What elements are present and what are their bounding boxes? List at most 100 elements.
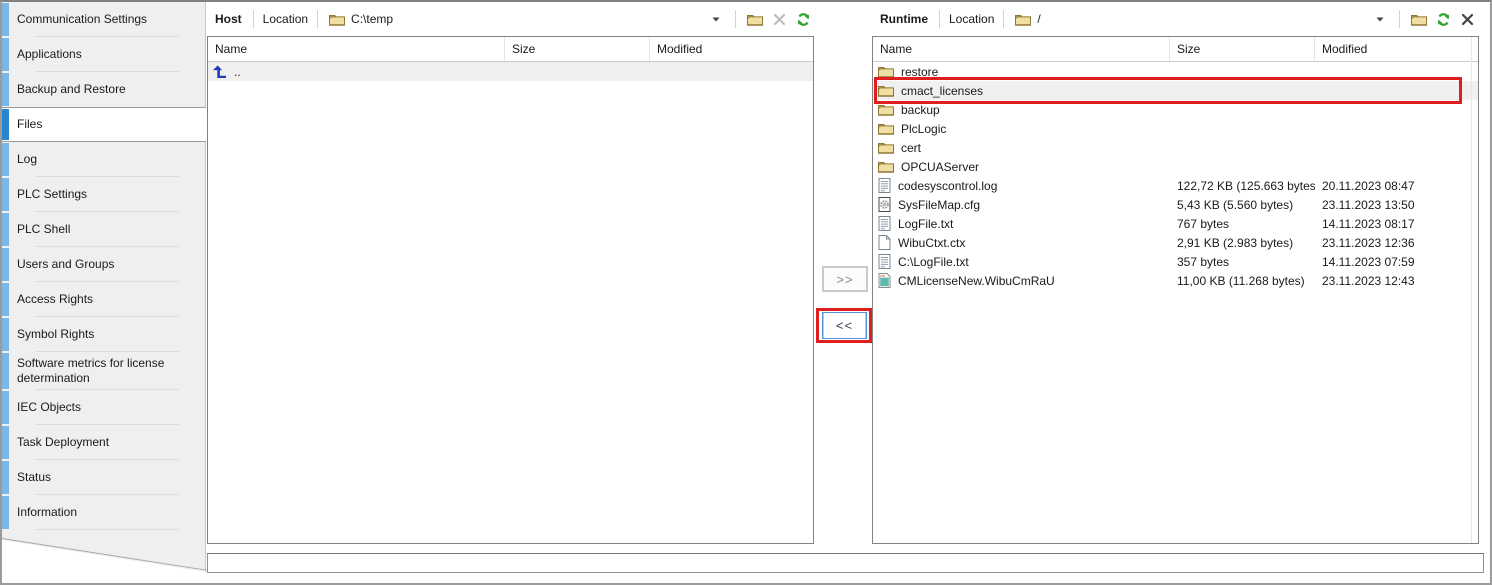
host-path-dropdown-button[interactable] bbox=[708, 15, 724, 24]
file-row-cmact-licenses[interactable]: cmact_licenses bbox=[873, 81, 1478, 100]
column-header-name[interactable]: Name bbox=[873, 37, 1170, 61]
host-delete-button[interactable] bbox=[767, 8, 791, 30]
file-row-restore[interactable]: restore bbox=[873, 62, 1478, 81]
runtime-path-dropdown-button[interactable] bbox=[1372, 15, 1388, 24]
file-row-codesyscontrol-log[interactable]: codesyscontrol.log 122,72 KB (125.663 byt… bbox=[873, 176, 1478, 195]
sidebar: Communication SettingsApplicationsBackup… bbox=[2, 2, 206, 578]
file-row-backup[interactable]: backup bbox=[873, 100, 1478, 119]
column-header-name[interactable]: Name bbox=[208, 37, 505, 61]
sidebar-item-log[interactable]: Log bbox=[2, 142, 205, 177]
runtime-path-combo[interactable]: / bbox=[1011, 8, 1392, 30]
file-name-text: .. bbox=[234, 65, 241, 79]
sidebar-item-label: IEC Objects bbox=[17, 400, 81, 415]
sidebar-item-information[interactable]: Information bbox=[2, 495, 205, 530]
runtime-new-folder-button[interactable] bbox=[1407, 8, 1431, 30]
sidebar-item-label: Task Deployment bbox=[17, 435, 109, 450]
copy-to-runtime-button[interactable]: >> bbox=[822, 266, 868, 292]
runtime-delete-button[interactable] bbox=[1455, 8, 1479, 30]
file-name-text: backup bbox=[901, 103, 940, 117]
file-row-wibuctxt-ctx[interactable]: WibuCtxt.ctx2,91 KB (2.983 bytes)23.11.2… bbox=[873, 233, 1478, 252]
column-header-modified[interactable]: Modified bbox=[650, 37, 813, 61]
tab-accent-stripe bbox=[2, 391, 9, 424]
runtime-tab-label[interactable]: Runtime bbox=[872, 12, 932, 26]
sidebar-item-iec-objects[interactable]: IEC Objects bbox=[2, 390, 205, 425]
svg-text:cm: cm bbox=[880, 274, 885, 278]
file-size-cell: 11,00 KB (11.268 bytes) bbox=[1170, 274, 1315, 288]
sidebar-item-label: Log bbox=[17, 152, 37, 167]
file-name-cell: .. bbox=[208, 65, 505, 79]
sidebar-item-users-and-groups[interactable]: Users and Groups bbox=[2, 247, 205, 282]
file-name-cell: WibuCtxt.ctx bbox=[873, 235, 1170, 250]
runtime-list-body: restore cmact_licensesbackup PlcLogic cert O… bbox=[873, 62, 1478, 290]
folder-icon bbox=[878, 84, 894, 97]
file-name-cell: C:\LogFile.txt bbox=[873, 254, 1170, 269]
file-name-text: codesyscontrol.log bbox=[898, 179, 997, 193]
host-tab-label[interactable]: Host bbox=[207, 12, 246, 26]
chevron-down-icon bbox=[712, 17, 720, 22]
file-name-cell: PlcLogic bbox=[873, 122, 1170, 136]
sidebar-item-task-deployment[interactable]: Task Deployment bbox=[2, 425, 205, 460]
file-name-cell: cert bbox=[873, 141, 1170, 155]
sidebar-item-label: Access Rights bbox=[17, 292, 93, 307]
file-row-[interactable]: .. bbox=[208, 62, 813, 81]
sidebar-item-plc-shell[interactable]: PLC Shell bbox=[2, 212, 205, 247]
sidebar-item-label: Symbol Rights bbox=[17, 327, 94, 342]
blank-file-icon bbox=[878, 235, 891, 250]
host-list-header: Name Size Modified bbox=[208, 37, 813, 62]
runtime-refresh-button[interactable] bbox=[1431, 8, 1455, 30]
host-new-folder-button[interactable] bbox=[743, 8, 767, 30]
folder-icon bbox=[878, 122, 894, 135]
file-size-cell: 5,43 KB (5.560 bytes) bbox=[1170, 198, 1315, 212]
tab-accent-stripe bbox=[2, 38, 9, 71]
host-file-list: Name Size Modified .. bbox=[207, 36, 814, 544]
file-row-logfile-txt[interactable]: LogFile.txt767 bytes14.11.2023 08:17 bbox=[873, 214, 1478, 233]
file-row-opcuaserver[interactable]: OPCUAServer bbox=[873, 157, 1478, 176]
file-modified-cell: 14.11.2023 07:59 bbox=[1315, 255, 1478, 269]
file-size-cell: 122,72 KB (125.663 bytes) bbox=[1170, 179, 1315, 193]
sidebar-item-applications[interactable]: Applications bbox=[2, 37, 205, 72]
file-size-cell: 2,91 KB (2.983 bytes) bbox=[1170, 236, 1315, 250]
toolbar-separator bbox=[735, 10, 736, 28]
sidebar-item-files[interactable]: Files bbox=[2, 107, 206, 142]
sidebar-item-symbol-rights[interactable]: Symbol Rights bbox=[2, 317, 205, 352]
sidebar-item-plc-settings[interactable]: PLC Settings bbox=[2, 177, 205, 212]
sidebar-item-label: Users and Groups bbox=[17, 257, 114, 272]
sidebar-item-software-metrics-for-license-determination[interactable]: Software metrics for license determinati… bbox=[2, 352, 205, 390]
sidebar-item-backup-and-restore[interactable]: Backup and Restore bbox=[2, 72, 205, 107]
host-refresh-button[interactable] bbox=[791, 8, 815, 30]
tab-accent-stripe bbox=[2, 318, 9, 351]
files-device-editor: Communication SettingsApplicationsBackup… bbox=[0, 0, 1492, 585]
refresh-icon bbox=[1436, 12, 1451, 27]
file-name-text: cmact_licenses bbox=[901, 84, 983, 98]
up-arrow-icon bbox=[213, 65, 227, 79]
tab-accent-stripe bbox=[2, 109, 9, 140]
folder-icon bbox=[878, 141, 894, 154]
file-row-c-logfile-txt[interactable]: C:\LogFile.txt357 bytes14.11.2023 07:59 bbox=[873, 252, 1478, 271]
file-row-cmlicensenew-wibucmrau[interactable]: cmCMLicenseNew.WibuCmRaU11,00 KB (11.268… bbox=[873, 271, 1478, 290]
file-name-text: PlcLogic bbox=[901, 122, 946, 136]
file-modified-cell: 23.11.2023 13:50 bbox=[1315, 198, 1478, 212]
column-header-modified[interactable]: Modified bbox=[1315, 37, 1478, 61]
runtime-file-list: Name Size Modified restore cmact_licenses… bbox=[872, 36, 1479, 544]
tab-accent-stripe bbox=[2, 213, 9, 246]
toolbar-separator bbox=[1003, 10, 1004, 28]
folder-icon bbox=[878, 65, 894, 78]
host-list-body: .. bbox=[208, 62, 813, 81]
sidebar-item-communication-settings[interactable]: Communication Settings bbox=[2, 2, 205, 37]
file-row-cert[interactable]: cert bbox=[873, 138, 1478, 157]
file-name-cell: codesyscontrol.log bbox=[873, 178, 1170, 193]
delete-x-icon bbox=[773, 13, 786, 26]
status-bar bbox=[207, 553, 1484, 573]
sidebar-item-access-rights[interactable]: Access Rights bbox=[2, 282, 205, 317]
file-name-text: cert bbox=[901, 141, 921, 155]
copy-to-host-button[interactable]: << bbox=[822, 312, 867, 339]
host-path-combo[interactable]: C:\temp bbox=[325, 8, 728, 30]
sidebar-item-status[interactable]: Status bbox=[2, 460, 205, 495]
config-file-icon bbox=[878, 197, 891, 212]
column-header-size[interactable]: Size bbox=[1170, 37, 1315, 61]
column-header-size[interactable]: Size bbox=[505, 37, 650, 61]
file-row-sysfilemap-cfg[interactable]: SysFileMap.cfg5,43 KB (5.560 bytes)23.11… bbox=[873, 195, 1478, 214]
file-row-plclogic[interactable]: PlcLogic bbox=[873, 119, 1478, 138]
license-file-icon: cm bbox=[878, 273, 891, 288]
sidebar-item-label: PLC Shell bbox=[17, 222, 70, 237]
